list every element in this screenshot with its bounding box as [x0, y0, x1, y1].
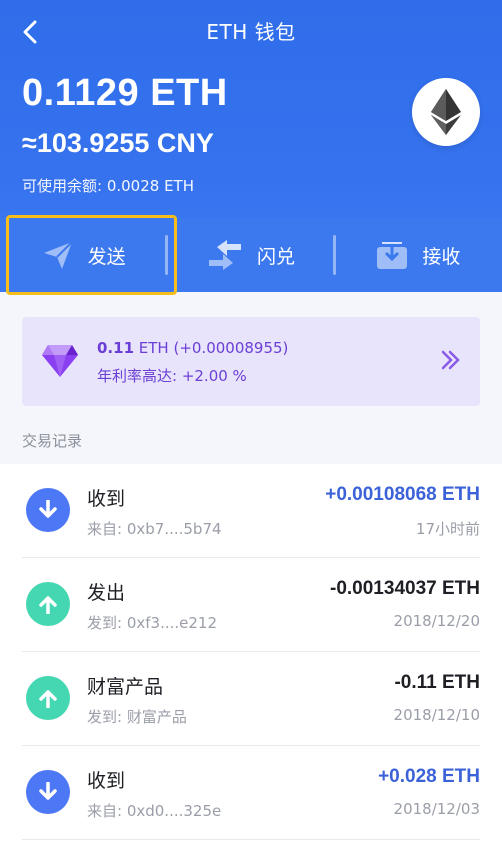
transaction-row[interactable]: 发出 发到: 0xf3....e212 -0.00134037 ETH 2018… [0, 558, 502, 652]
receive-button[interactable]: 接收 [335, 218, 502, 292]
earn-rate: 年利率高达: +2.00 % [97, 367, 247, 385]
earn-amount-line: 0.11 ETH (+0.00008955) [97, 337, 288, 359]
inbox-download-icon [377, 242, 408, 269]
transaction-amount: -0.11 ETH [394, 672, 480, 693]
transaction-time: 17小时前 [415, 520, 480, 538]
arrow-up-icon [26, 676, 70, 720]
page-title: ETH 钱包 [206, 20, 296, 44]
arrow-up-icon [26, 582, 70, 626]
swap-button[interactable]: 闪兑 [167, 218, 334, 292]
transaction-counterparty: 发到: 0xf3....e212 [87, 614, 217, 632]
send-highlight-frame [6, 215, 177, 295]
transactions-section-title: 交易记录 [22, 432, 83, 450]
transaction-time: 2018/12/10 [393, 706, 480, 724]
transaction-row[interactable]: 收到 来自: 0xd0....325e +0.028 ETH 2018/12/0… [0, 746, 502, 840]
transaction-amount: -0.00134037 ETH [330, 578, 480, 599]
arrow-down-icon [26, 488, 70, 532]
row-divider [22, 839, 480, 840]
transaction-row[interactable]: 收到 来自: 0xb7....5b74 +0.00108068 ETH 17小时… [0, 464, 502, 558]
earn-card[interactable]: 0.11 ETH (+0.00008955) 年利率高达: +2.00 % [22, 317, 480, 406]
transaction-counterparty: 来自: 0xd0....325e [87, 802, 222, 820]
receive-label: 接收 [422, 245, 461, 268]
transaction-time: 2018/12/03 [393, 800, 480, 818]
transaction-amount: +0.00108068 ETH [325, 484, 480, 505]
swap-label: 闪兑 [256, 245, 295, 268]
transaction-title: 财富产品 [87, 676, 164, 698]
cny-balance: ≈103.9255 CNY [22, 128, 214, 158]
arrow-down-icon [26, 770, 70, 814]
transaction-title: 发出 [87, 582, 126, 604]
transaction-row[interactable]: 财富产品 发到: 财富产品 -0.11 ETH 2018/12/10 [0, 652, 502, 746]
earn-gain: (+0.00008955) [168, 339, 289, 357]
transaction-title: 收到 [87, 488, 126, 510]
transaction-title: 收到 [87, 770, 126, 792]
ethereum-icon [412, 78, 480, 146]
eth-balance: 0.1129 ETH [22, 72, 228, 114]
earn-amount: 0.11 [97, 339, 135, 357]
double-chevron-right-icon [441, 350, 460, 370]
transaction-counterparty: 来自: 0xb7....5b74 [87, 520, 222, 538]
transaction-time: 2018/12/20 [393, 612, 480, 630]
diamond-icon [42, 345, 78, 377]
earn-unit: ETH [134, 339, 169, 357]
transaction-counterparty: 发到: 财富产品 [87, 708, 187, 726]
transaction-amount: +0.028 ETH [378, 766, 480, 787]
swap-arrows-icon [208, 240, 241, 270]
transaction-list: 收到 来自: 0xb7....5b74 +0.00108068 ETH 17小时… [0, 464, 502, 868]
available-balance: 可使用余额: 0.0028 ETH [22, 177, 194, 195]
